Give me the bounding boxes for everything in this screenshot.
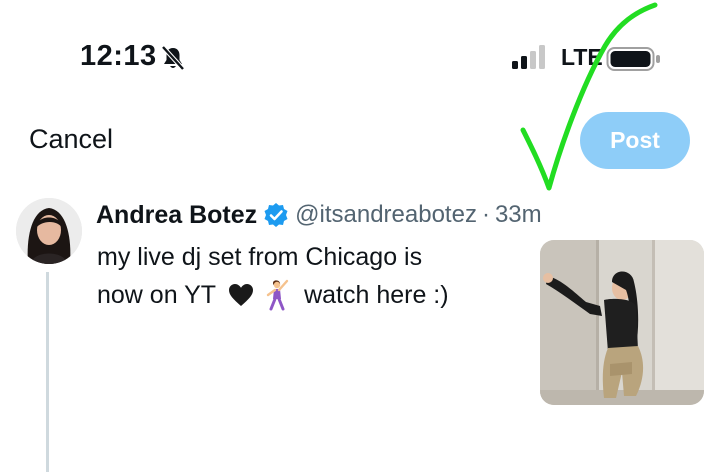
bell-muted-icon xyxy=(161,45,185,71)
status-bar: 12:13 LTE xyxy=(0,0,720,110)
media-photo xyxy=(540,240,704,405)
battery-icon xyxy=(606,47,660,71)
tweet-text-segment: now on YT xyxy=(97,281,217,309)
display-name[interactable]: Andrea Botez xyxy=(96,201,257,230)
tweet-text-line-1: my live dj set from Chicago is xyxy=(97,243,423,271)
avatar[interactable] xyxy=(16,198,82,264)
tweet-text: my live dj set from Chicago is now on YT… xyxy=(97,238,517,314)
status-time: 12:13 xyxy=(80,40,157,72)
timestamp: 33m xyxy=(494,201,542,228)
user-handle[interactable]: @itsandreabotez xyxy=(295,201,477,229)
cancel-button[interactable]: Cancel xyxy=(29,124,113,155)
verified-badge-icon[interactable] xyxy=(263,202,289,228)
black-heart-icon xyxy=(229,284,254,306)
post-button[interactable]: Post xyxy=(580,112,690,169)
dancer-icon xyxy=(266,279,289,311)
cellular-signal-icon xyxy=(512,45,545,69)
avatar-photo xyxy=(16,198,82,264)
media-thumbnail[interactable] xyxy=(540,240,704,405)
separator-dot: · xyxy=(481,201,490,228)
tweet-text-segment: watch here :) xyxy=(304,281,449,309)
tweet-text-line-2: now on YT watch here :) xyxy=(97,276,517,314)
network-type: LTE xyxy=(561,44,603,70)
tweet-header: Andrea Botez @itsandreabotez · 33m xyxy=(96,198,542,232)
thread-line xyxy=(46,272,49,472)
